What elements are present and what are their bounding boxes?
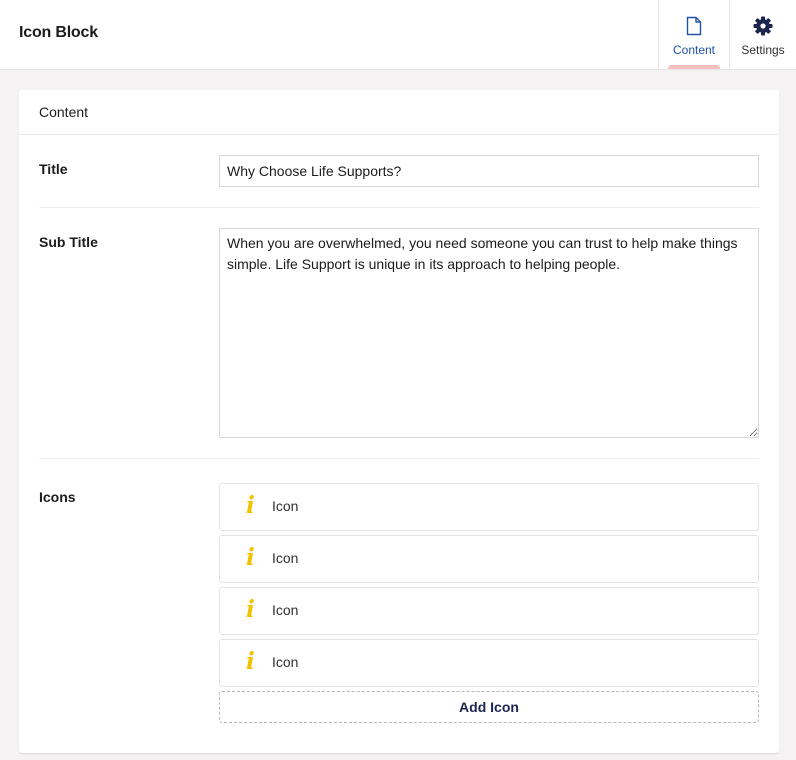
icon-list-item[interactable]: i Icon bbox=[219, 587, 759, 635]
icon-list-item[interactable]: i Icon bbox=[219, 483, 759, 531]
tab-content[interactable]: Content bbox=[658, 0, 729, 69]
gear-icon bbox=[753, 16, 773, 36]
icon-list-item[interactable]: i Icon bbox=[219, 535, 759, 583]
icon-list-item[interactable]: i Icon bbox=[219, 639, 759, 687]
subtitle-label: Sub Title bbox=[39, 234, 98, 250]
panel-header: Content bbox=[19, 90, 779, 135]
icon-item-name: Icon bbox=[272, 602, 299, 618]
icon-item-name: Icon bbox=[272, 498, 299, 514]
info-icon: i bbox=[246, 596, 255, 623]
info-icon: i bbox=[246, 492, 255, 519]
editor-header: Icon Block Content Settings bbox=[0, 0, 796, 70]
add-icon-button[interactable]: Add Icon bbox=[219, 691, 759, 723]
tab-settings[interactable]: Settings bbox=[729, 0, 796, 69]
subtitle-textarea[interactable]: When you are overwhelmed, you need someo… bbox=[219, 228, 759, 438]
title-label: Title bbox=[39, 161, 68, 177]
panel-heading: Content bbox=[39, 104, 89, 120]
tab-content-label: Content bbox=[672, 43, 716, 57]
icon-item-name: Icon bbox=[272, 550, 299, 566]
divider bbox=[39, 207, 759, 208]
title-input[interactable] bbox=[219, 155, 759, 187]
divider bbox=[39, 458, 759, 459]
block-title: Icon Block bbox=[19, 24, 98, 41]
content-panel: Content Title Sub Title When you are ove… bbox=[19, 90, 779, 753]
document-icon bbox=[686, 16, 702, 36]
tab-settings-label: Settings bbox=[741, 43, 785, 57]
info-icon: i bbox=[246, 648, 255, 675]
icons-label: Icons bbox=[39, 489, 76, 505]
active-tab-indicator bbox=[668, 65, 720, 69]
icon-item-name: Icon bbox=[272, 654, 299, 670]
info-icon: i bbox=[246, 544, 255, 571]
